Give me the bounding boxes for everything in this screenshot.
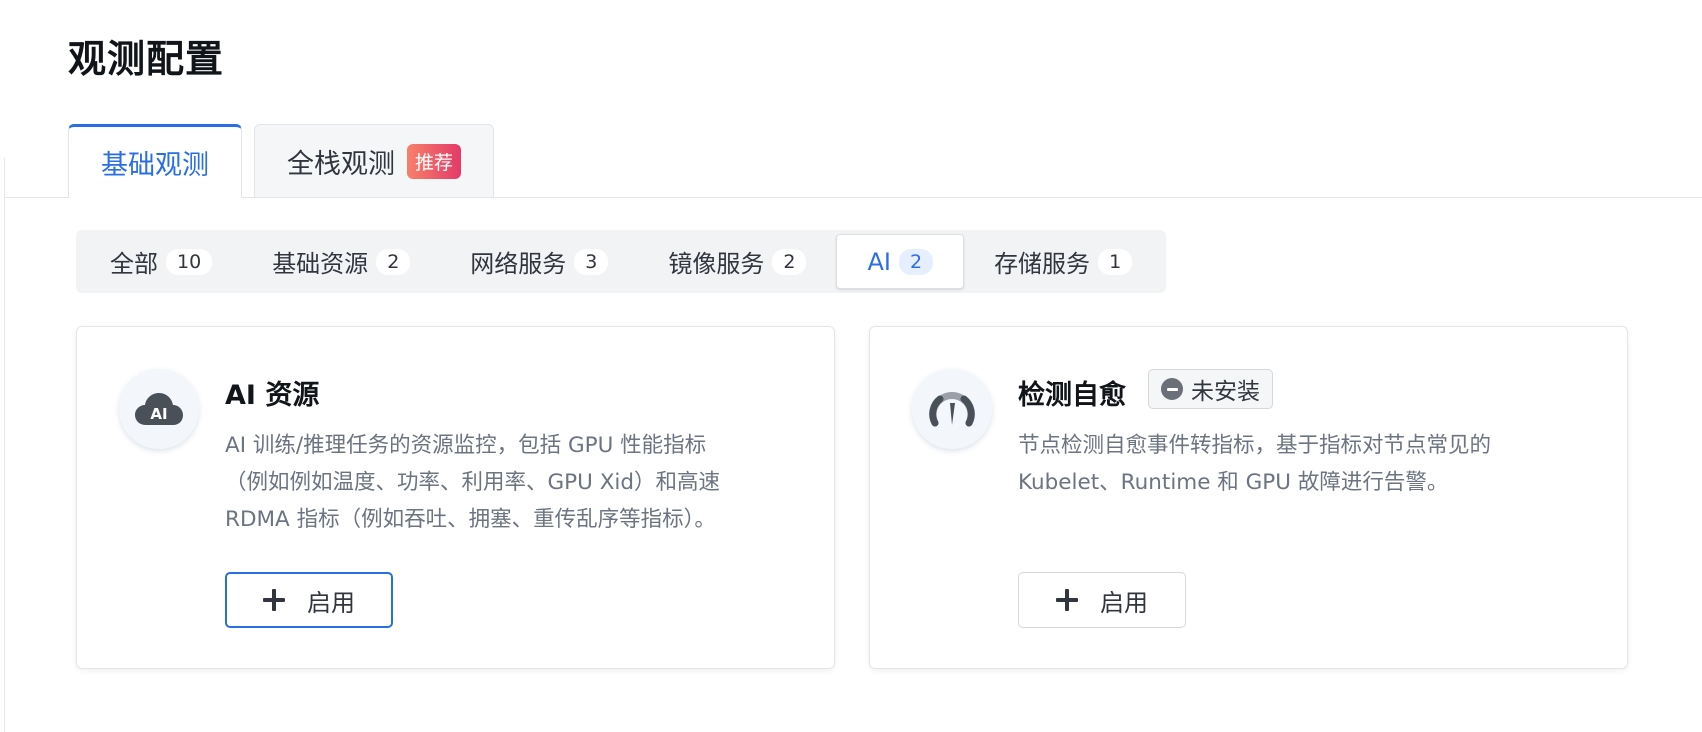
desc-line: （例如例如温度、功率、利用率、GPU Xid）和高速	[225, 470, 721, 495]
filter-label: 全部	[110, 250, 158, 278]
button-label: 启用	[307, 588, 355, 617]
filter-count: 10	[166, 248, 213, 275]
filter-all[interactable]: 全部 10	[80, 234, 242, 289]
plus-icon	[1056, 589, 1078, 611]
plus-icon	[263, 589, 285, 611]
filter-image-services[interactable]: 镜像服务 2	[638, 234, 836, 289]
desc-line: RDMA 指标（例如吞吐、拥塞、重传乱序等指标）。	[225, 507, 716, 532]
tab-label: 全栈观测	[287, 149, 395, 180]
filter-label: 存储服务	[994, 250, 1091, 278]
minus-circle-icon	[1161, 378, 1183, 400]
tab-full-stack-observe[interactable]: 全栈观测 推荐	[254, 124, 495, 198]
filter-label: 镜像服务	[668, 250, 765, 278]
filter-basic-resources[interactable]: 基础资源 2	[242, 234, 440, 289]
filter-count: 2	[772, 248, 807, 275]
enable-button[interactable]: 启用	[225, 572, 393, 628]
page-title: 观测配置	[68, 37, 225, 81]
main-tabs: 基础观测 全栈观测 推荐	[68, 124, 495, 199]
tab-divider	[4, 197, 1702, 198]
status-text: 未安装	[1191, 379, 1260, 405]
filter-label: 基础资源	[272, 250, 369, 278]
enable-button[interactable]: 启用	[1018, 572, 1186, 628]
left-border	[4, 158, 5, 732]
recommend-badge: 推荐	[407, 144, 462, 179]
filter-label: AI	[867, 247, 891, 276]
status-badge: 未安装	[1148, 369, 1273, 409]
ai-icon-text: AI	[150, 405, 167, 423]
filter-count: 2	[376, 248, 411, 275]
card-detect-self-heal: 检测自愈 未安装 节点检测自愈事件转指标，基于指标对节点常见的 Kubelet、…	[869, 326, 1628, 669]
filter-storage-services[interactable]: 存储服务 1	[964, 234, 1162, 289]
filter-ai[interactable]: AI 2	[836, 234, 965, 289]
filter-network-services[interactable]: 网络服务 3	[440, 234, 638, 289]
desc-line: AI 训练/推理任务的资源监控，包括 GPU 性能指标	[225, 433, 707, 458]
ai-cloud-icon: AI	[119, 369, 199, 449]
filter-count: 3	[574, 248, 609, 275]
tab-basic-observe[interactable]: 基础观测	[68, 124, 242, 199]
filter-label: 网络服务	[470, 250, 567, 278]
button-label: 启用	[1100, 588, 1148, 617]
page: 观测配置 基础观测 全栈观测 推荐 全部 10 基础资源 2 网络服务 3 镜像…	[0, 0, 1702, 732]
card-description: 节点检测自愈事件转指标，基于指标对节点常见的 Kubelet、Runtime 和…	[1018, 427, 1578, 501]
card-description: AI 训练/推理任务的资源监控，包括 GPU 性能指标 （例如例如温度、功率、利…	[225, 427, 785, 538]
card-ai-resources: AI AI 资源 AI 训练/推理任务的资源监控，包括 GPU 性能指标 （例如…	[76, 326, 835, 669]
filter-count: 2	[898, 248, 934, 275]
desc-line: Kubelet、Runtime 和 GPU 故障进行告警。	[1018, 470, 1449, 495]
filter-count: 1	[1098, 248, 1133, 275]
card-title: AI 资源	[225, 380, 320, 411]
gauge-icon	[912, 369, 992, 449]
tab-label: 基础观测	[101, 150, 209, 181]
card-title: 检测自愈	[1018, 380, 1126, 411]
desc-line: 节点检测自愈事件转指标，基于指标对节点常见的	[1018, 433, 1492, 458]
category-filter: 全部 10 基础资源 2 网络服务 3 镜像服务 2 AI 2 存储服务 1	[76, 230, 1167, 293]
